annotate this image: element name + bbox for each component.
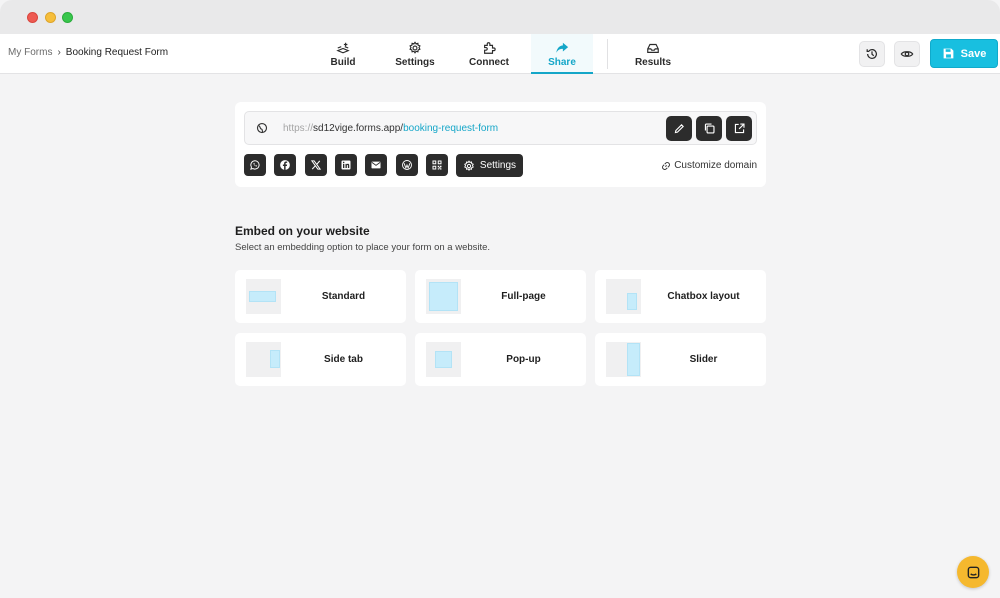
facebook-icon [280,160,290,170]
globe-icon [256,122,268,134]
tab-connect[interactable]: Connect [464,34,514,74]
embed-option-label: Side tab [324,354,363,365]
form-url-text: https://sd12vige.forms.app/booking-reque… [283,123,498,134]
embed-slider-thumbnail [606,342,641,377]
share-arrow-icon [556,42,569,53]
tab-share-label: Share [548,56,576,68]
embed-option-chatbox-layout[interactable]: Chatbox layout [595,270,766,323]
tab-build-label: Build [330,56,356,68]
share-whatsapp-button[interactable] [244,154,266,176]
share-linkedin-button[interactable] [335,154,357,176]
tab-share[interactable]: Share [531,34,593,74]
customize-domain-label: Customize domain [674,160,757,171]
embed-chatbox-thumbnail [606,279,641,314]
embed-option-full-page[interactable]: Full-page [415,270,586,323]
share-x-button[interactable] [305,154,327,176]
pencil-icon [674,124,684,134]
tab-connect-label: Connect [469,56,509,68]
share-settings-button[interactable]: Settings [456,154,523,177]
whatsapp-icon [250,160,260,170]
share-wordpress-button[interactable] [396,154,418,176]
nav-divider [607,39,608,69]
preview-button[interactable] [894,41,920,67]
breadcrumb-current-form: Booking Request Form [65,47,169,58]
url-protocol: https:// [283,123,314,134]
embed-option-label: Pop-up [506,354,541,365]
x-icon [310,160,322,170]
tab-results-label: Results [634,56,672,68]
form-url-bar[interactable]: https://sd12vige.forms.app/booking-reque… [244,111,757,145]
embed-option-side-tab[interactable]: Side tab [235,333,406,386]
embed-section-title: Embed on your website [235,224,370,238]
history-button[interactable] [859,41,885,67]
history-icon [866,48,877,59]
tab-settings[interactable]: Settings [392,34,438,74]
gear-icon [409,40,421,54]
qr-code-icon [432,160,442,170]
window-titlebar [0,0,1000,34]
external-link-icon [734,123,745,134]
floppy-disk-icon [943,48,954,59]
top-navigation: My Forms › Booking Request Form Build Se… [0,34,1000,74]
link-icon [662,161,671,170]
url-host: sd12vige.forms.app/ [313,123,404,134]
embed-option-label: Slider [689,354,718,365]
customize-domain-link[interactable]: Customize domain [661,160,757,171]
gear-icon [464,159,474,171]
chat-support-button[interactable] [957,556,989,588]
embed-side-tab-thumbnail [246,342,281,377]
chat-icon [967,566,979,578]
tab-build[interactable]: Build [322,34,364,74]
inbox-icon [647,43,659,53]
breadcrumb: My Forms › Booking Request Form [8,47,168,58]
share-facebook-button[interactable] [274,154,296,176]
build-icon [336,42,350,53]
embed-option-pop-up[interactable]: Pop-up [415,333,586,386]
breadcrumb-separator: › [57,47,61,58]
window-close-button[interactable] [27,12,38,23]
embed-full-page-thumbnail [426,279,461,314]
window-maximize-button[interactable] [62,12,73,23]
tab-settings-label: Settings [395,56,435,68]
url-slug[interactable]: booking-request-form [403,123,498,134]
embed-option-standard[interactable]: Standard [235,270,406,323]
embed-option-label: Chatbox layout [667,291,740,302]
eye-icon [900,51,914,57]
wordpress-icon [402,160,412,170]
embed-option-slider[interactable]: Slider [595,333,766,386]
tab-results[interactable]: Results [630,34,676,74]
breadcrumb-my-forms[interactable]: My Forms [8,47,52,58]
save-button[interactable]: Save [930,39,998,68]
copy-icon [704,123,715,134]
edit-url-button[interactable] [666,116,692,141]
embed-option-label: Full-page [501,291,546,302]
puzzle-icon [484,41,496,54]
embed-section-subtitle: Select an embedding option to place your… [235,242,491,253]
linkedin-icon [341,160,351,170]
open-url-button[interactable] [726,116,752,141]
share-email-button[interactable] [365,154,387,176]
save-button-label: Save [960,47,987,60]
embed-option-label: Standard [321,291,366,302]
copy-url-button[interactable] [696,116,722,141]
share-link-card: https://sd12vige.forms.app/booking-reque… [235,102,766,187]
share-settings-label: Settings [479,160,517,171]
window-minimize-button[interactable] [45,12,56,23]
embed-pop-up-thumbnail [426,342,461,377]
email-icon [371,161,381,169]
share-qr-code-button[interactable] [426,154,448,176]
embed-standard-thumbnail [246,279,281,314]
